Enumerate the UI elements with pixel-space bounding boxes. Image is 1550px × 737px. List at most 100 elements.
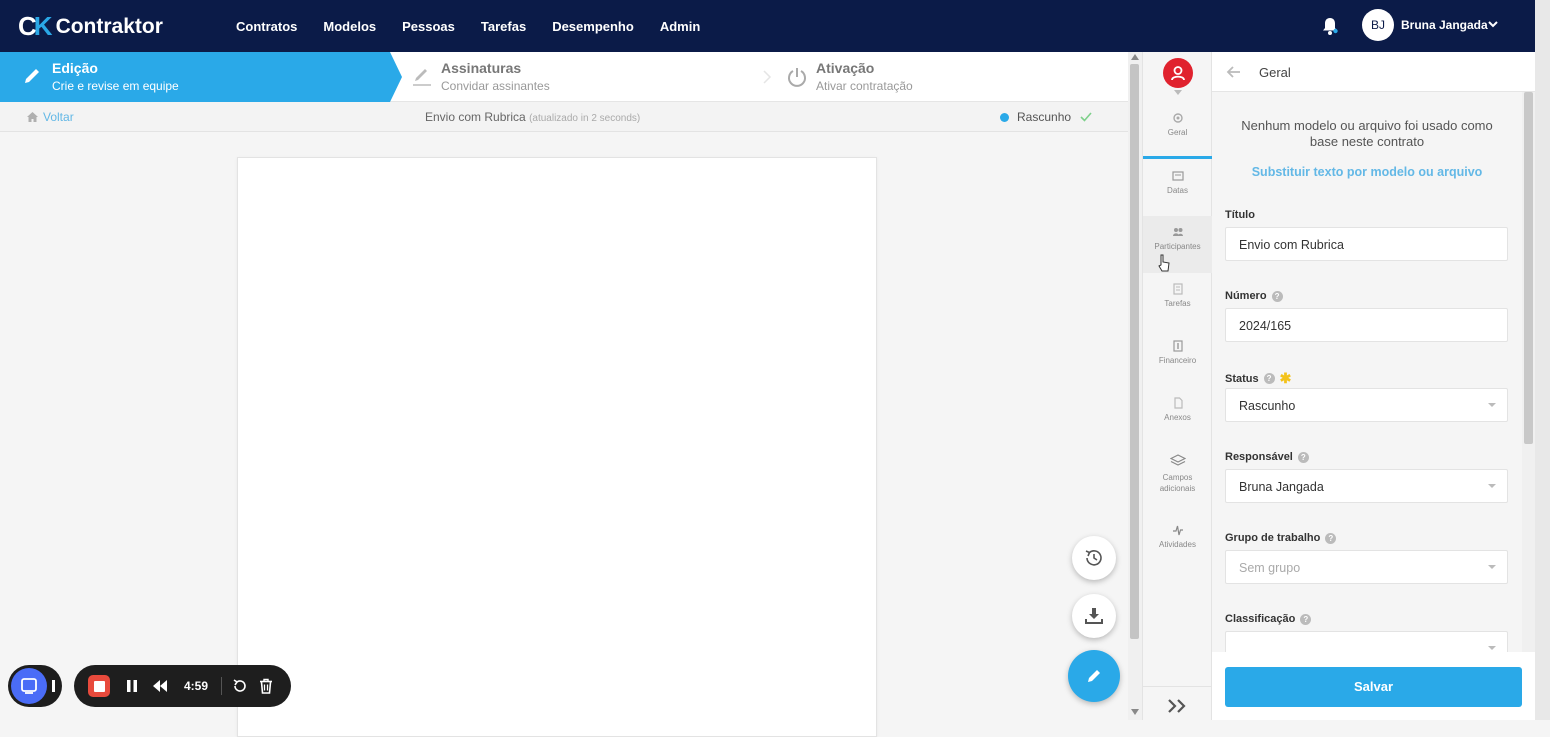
asterisk-icon: ✱: [1279, 370, 1292, 386]
panel-title: Geral: [1259, 65, 1291, 80]
help-icon[interactable]: ?: [1300, 613, 1312, 625]
gear-icon: [1172, 113, 1183, 123]
editor-scroll-thumb[interactable]: [1130, 64, 1139, 639]
help-icon[interactable]: ?: [1263, 373, 1275, 384]
help-icon[interactable]: ?: [1297, 451, 1309, 463]
calendar-icon: [1171, 171, 1184, 181]
user-icon: [1171, 66, 1185, 81]
document-title: Envio com Rubrica (atualizado in 2 secon…: [425, 110, 640, 124]
tab-geral[interactable]: Geral: [1143, 102, 1212, 159]
step-arrow: [390, 52, 402, 102]
recording-toolbar: 4:59: [74, 665, 291, 707]
caret-down-icon: [1488, 565, 1496, 569]
scroll-down-icon[interactable]: [1131, 709, 1139, 715]
panel-scroll-thumb[interactable]: [1524, 92, 1533, 444]
save-button[interactable]: Salvar: [1225, 667, 1522, 707]
tab-label: Anexos: [1164, 413, 1191, 422]
caret-down-icon: [1488, 484, 1496, 488]
tasks-icon: [1172, 283, 1183, 295]
avatar[interactable]: BJ: [1362, 9, 1394, 41]
details-panel: Geral Nenhum modelo ou arquivo foi usado…: [1212, 52, 1535, 720]
responsavel-select[interactable]: Bruna Jangada: [1225, 469, 1508, 503]
history-button[interactable]: [1072, 536, 1116, 580]
document-page[interactable]: [237, 157, 877, 737]
recorder-launcher[interactable]: [8, 665, 62, 707]
chevron-down-icon[interactable]: [1174, 90, 1182, 95]
tab-campos-adicionais[interactable]: Campos adicionais: [1143, 444, 1212, 514]
tab-anexos[interactable]: Anexos: [1143, 387, 1212, 444]
logo-text: Contraktor: [55, 14, 163, 38]
top-navbar: CK Contraktor Contratos Modelos Pessoas …: [0, 0, 1535, 52]
recording-timer: 4:59: [184, 679, 209, 693]
nav-modelos[interactable]: Modelos: [323, 19, 376, 34]
history-icon: [1085, 550, 1102, 566]
logo[interactable]: CK Contraktor: [18, 11, 163, 42]
step-title: Assinaturas: [441, 60, 522, 76]
tab-atividades[interactable]: Atividades: [1143, 514, 1212, 571]
delete-icon[interactable]: [258, 678, 274, 694]
arrow-left-icon[interactable]: [1226, 64, 1242, 80]
panel-footer: Salvar: [1212, 652, 1535, 720]
field-label-status: Status ? ✱: [1225, 370, 1291, 387]
tab-label: Geral: [1167, 128, 1188, 137]
sidebar-tabs: Geral Datas Participantes Tarefas Financ…: [1142, 52, 1212, 720]
nav-pessoas[interactable]: Pessoas: [402, 19, 455, 34]
field-label-numero: Número ?: [1225, 290, 1283, 302]
nav-tarefas[interactable]: Tarefas: [481, 19, 526, 34]
nav-desempenho[interactable]: Desempenho: [552, 19, 634, 34]
help-icon[interactable]: ?: [1271, 290, 1283, 302]
step-edicao[interactable]: Edição Crie e revise em equipe: [0, 52, 390, 102]
tab-label: Financeiro: [1158, 356, 1197, 365]
label-text: Grupo de trabalho: [1225, 532, 1321, 544]
logo-mark: CK: [18, 11, 53, 41]
step-subtitle: Ativar contratação: [816, 79, 913, 93]
tab-participantes[interactable]: Participantes: [1143, 216, 1212, 273]
main-nav: Contratos Modelos Pessoas Tarefas Desemp…: [236, 0, 700, 52]
tab-label: Participantes: [1154, 242, 1201, 251]
file-icon: [1173, 397, 1183, 409]
nav-admin[interactable]: Admin: [660, 19, 700, 34]
download-button[interactable]: [1072, 594, 1116, 638]
field-label-grupo: Grupo de trabalho ?: [1225, 532, 1337, 544]
select-value: Rascunho: [1239, 399, 1296, 413]
stop-recording-button[interactable]: [88, 675, 110, 697]
tab-tarefas[interactable]: Tarefas: [1143, 273, 1212, 330]
user-menu-button[interactable]: [1163, 58, 1193, 88]
layers-icon: [1169, 454, 1186, 466]
edit-button[interactable]: [1068, 650, 1120, 702]
caret-down-icon: [1488, 403, 1496, 407]
stop-icon: [93, 680, 105, 692]
no-model-text: Nenhum modelo ou arquivo foi usado como …: [1241, 118, 1493, 149]
tab-financeiro[interactable]: Financeiro: [1143, 330, 1212, 387]
double-chevron-right-icon[interactable]: [1163, 696, 1193, 716]
numero-input[interactable]: 2024/165: [1225, 308, 1508, 342]
titulo-input[interactable]: Envio com Rubrica: [1225, 227, 1508, 261]
classificacao-select[interactable]: [1225, 631, 1508, 652]
panel-scrollbar[interactable]: [1522, 92, 1535, 652]
restart-icon[interactable]: [232, 678, 248, 694]
help-icon[interactable]: ?: [1325, 532, 1337, 544]
label-text: Título: [1225, 209, 1255, 221]
select-value: Bruna Jangada: [1239, 480, 1324, 494]
label-text: Status: [1225, 372, 1259, 385]
status-select[interactable]: Rascunho: [1225, 388, 1508, 422]
tab-label: Datas: [1167, 186, 1188, 195]
field-label-responsavel: Responsável ?: [1225, 451, 1309, 463]
step-subtitle: Convidar assinantes: [441, 79, 550, 93]
chevron-down-icon[interactable]: [1487, 18, 1499, 30]
back-link[interactable]: Voltar: [26, 110, 74, 124]
power-icon: [788, 68, 806, 87]
tab-datas[interactable]: Datas: [1143, 160, 1212, 217]
notification-bell-icon[interactable]: [1320, 16, 1340, 36]
pause-icon[interactable]: [126, 679, 138, 693]
editor-scrollbar[interactable]: [1128, 52, 1142, 720]
recorder-app-icon: [21, 678, 37, 694]
rewind-icon[interactable]: [152, 679, 168, 693]
replace-text-link[interactable]: Substituir texto por modelo ou arquivo: [1212, 165, 1522, 179]
people-icon: [1172, 228, 1183, 236]
scroll-up-icon[interactable]: [1131, 54, 1139, 60]
user-name[interactable]: Bruna Jangada: [1401, 18, 1488, 32]
grupo-select[interactable]: Sem grupo: [1225, 550, 1508, 584]
nav-contratos[interactable]: Contratos: [236, 19, 297, 34]
recorder-app-button[interactable]: [11, 668, 47, 704]
